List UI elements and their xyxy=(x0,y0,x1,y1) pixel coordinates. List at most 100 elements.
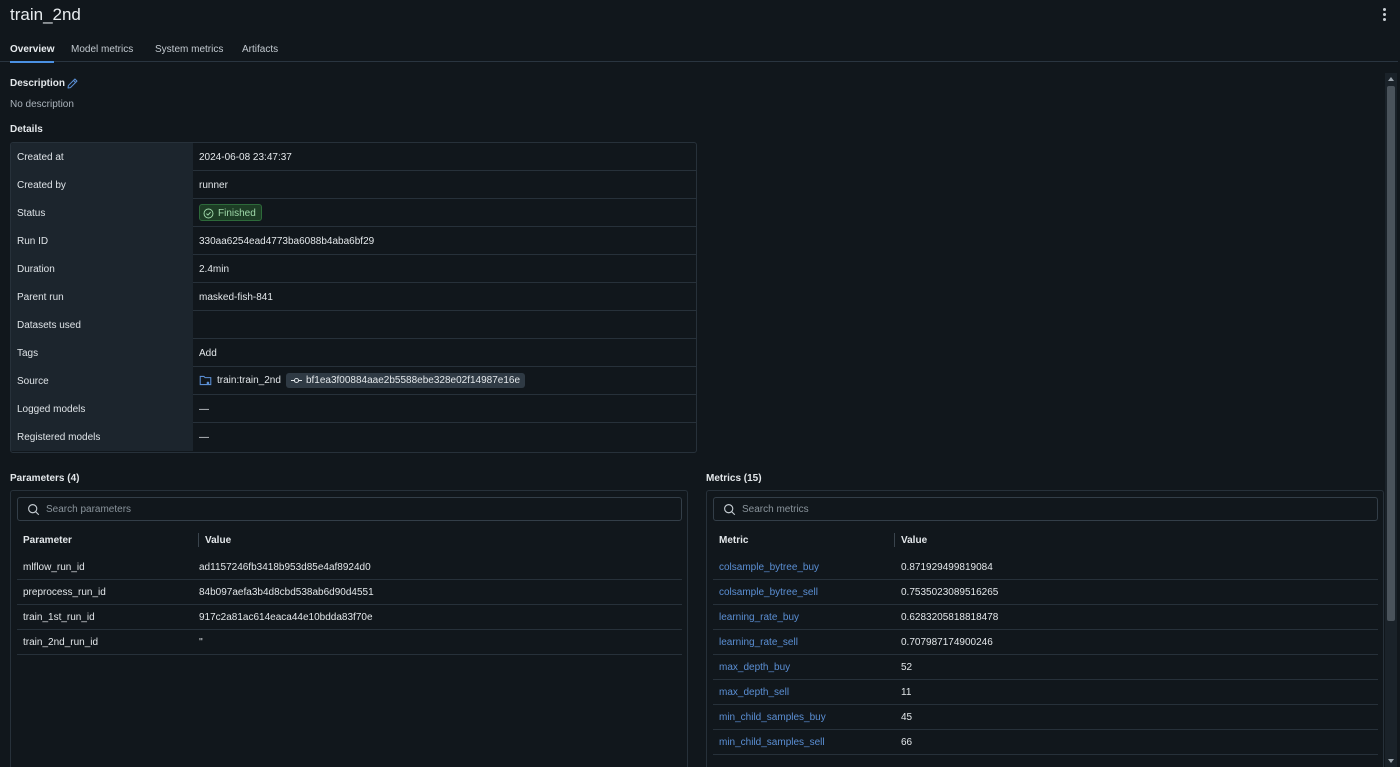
metric-value: 45 xyxy=(901,712,913,723)
value-column-header[interactable]: Value xyxy=(901,535,927,546)
details-value: 2.4min xyxy=(199,264,230,275)
details-value: 330aa6254ead4773ba6088b4aba6bf29 xyxy=(199,236,375,247)
details-key: Created at xyxy=(11,143,193,171)
parameters-title: Parameters (4) xyxy=(10,473,80,484)
metrics-search-box[interactable] xyxy=(713,497,1378,521)
metric-name-link[interactable]: learning_rate_sell xyxy=(719,637,798,648)
table-row: min_child_samples_sell 66 xyxy=(713,730,1378,755)
parameter-name: mlflow_run_id xyxy=(23,562,85,573)
source-value: train:train_2nd bf1ea3f00884aae2b5588ebe… xyxy=(199,373,526,388)
add-tag-link[interactable]: Add xyxy=(199,348,217,359)
git-commit-icon xyxy=(290,377,302,384)
tab-artifacts[interactable]: Artifacts xyxy=(242,44,278,55)
details-row-parent-run: Parent run masked-fish-841 xyxy=(11,283,696,311)
pencil-icon[interactable] xyxy=(67,78,78,89)
table-row: preprocess_run_id 84b097aefa3b4d8cbd538a… xyxy=(17,580,682,605)
metric-value: 11 xyxy=(901,687,912,698)
tab-system-metrics[interactable]: System metrics xyxy=(155,44,223,55)
details-label: Details xyxy=(10,124,43,135)
metric-value: 52 xyxy=(901,662,913,673)
check-circle-icon xyxy=(203,208,214,219)
parameter-name: train_1st_run_id xyxy=(23,612,95,623)
details-row-logged-models: Logged models — xyxy=(11,395,696,423)
table-row: train_1st_run_id 917c2a81ac614eaca44e10b… xyxy=(17,605,682,630)
details-key: Status xyxy=(11,199,193,227)
table-row: colsample_bytree_sell 0.7535023089516265 xyxy=(713,580,1378,605)
details-key: Registered models xyxy=(11,423,193,451)
metric-name-link[interactable]: max_depth_buy xyxy=(719,662,790,673)
search-icon xyxy=(724,504,736,516)
table-row: mlflow_run_id ad1157246fb3418b953d85e4af… xyxy=(17,555,682,580)
metric-value: 0.7535023089516265 xyxy=(901,587,999,598)
parameter-value: '' xyxy=(199,637,203,648)
table-row: learning_rate_sell 0.707987174900246 xyxy=(713,630,1378,655)
details-row-source: Source train:train_2nd bf1ea3f00884aae2b… xyxy=(11,367,696,395)
source-name[interactable]: train:train_2nd xyxy=(217,375,281,386)
search-icon xyxy=(28,504,40,516)
parameter-name: train_2nd_run_id xyxy=(23,637,99,648)
parameters-search-input[interactable] xyxy=(44,501,444,517)
metric-value: 0.871929499819084 xyxy=(901,562,993,573)
tab-bar: Overview Model metrics System metrics Ar… xyxy=(0,40,1398,63)
metric-name-link[interactable]: colsample_bytree_buy xyxy=(719,562,819,573)
metric-name-link[interactable]: max_depth_sell xyxy=(719,687,789,698)
parent-run-link[interactable]: masked-fish-841 xyxy=(199,292,273,303)
tab-model-metrics[interactable]: Model metrics xyxy=(71,44,133,55)
metrics-panel: Metric Value colsample_bytree_buy 0.8719… xyxy=(706,490,1384,767)
scroll-thumb[interactable] xyxy=(1387,86,1395,621)
more-options-icon[interactable] xyxy=(1380,7,1390,23)
tab-overview[interactable]: Overview xyxy=(10,44,55,63)
folder-branch-icon xyxy=(199,375,212,386)
column-resize-handle[interactable] xyxy=(198,533,199,547)
details-key: Run ID xyxy=(11,227,193,255)
metrics-search-input[interactable] xyxy=(740,501,1140,517)
commit-hash: bf1ea3f00884aae2b5588ebe328e02f14987e16e xyxy=(305,375,521,386)
page-title: train_2nd xyxy=(10,5,81,24)
details-row-created-by: Created by runner xyxy=(11,171,696,199)
parameters-panel: Parameter Value mlflow_run_id ad1157246f… xyxy=(10,490,688,767)
parameter-value: ad1157246fb3418b953d85e4af8924d0 xyxy=(199,562,371,573)
parameter-value: 917c2a81ac614eaca44e10bdda83f70e xyxy=(199,612,373,623)
table-row: train_2nd_run_id '' xyxy=(17,630,682,655)
metric-value: 0.707987174900246 xyxy=(901,637,993,648)
metric-value: 66 xyxy=(901,737,913,748)
commit-hash-chip[interactable]: bf1ea3f00884aae2b5588ebe328e02f14987e16e xyxy=(285,373,526,388)
metric-name-link[interactable]: min_child_samples_buy xyxy=(719,712,826,723)
page-scrollbar[interactable] xyxy=(1385,73,1397,767)
details-table: Created at 2024-06-08 23:47:37 Created b… xyxy=(10,142,697,453)
description-value: No description xyxy=(10,99,74,110)
parameter-column-header[interactable]: Parameter xyxy=(23,535,72,546)
created-by-link[interactable]: runner xyxy=(199,180,228,191)
metric-column-header[interactable]: Metric xyxy=(719,535,748,546)
details-key: Created by xyxy=(11,171,193,199)
details-row-run-id: Run ID 330aa6254ead4773ba6088b4aba6bf29 xyxy=(11,227,696,255)
metric-name-link[interactable]: learning_rate_buy xyxy=(719,612,799,623)
table-row: colsample_bytree_buy 0.871929499819084 xyxy=(713,555,1378,580)
table-row: learning_rate_buy 0.6283205818818478 xyxy=(713,605,1378,630)
details-row-duration: Duration 2.4min xyxy=(11,255,696,283)
details-row-tags: Tags Add xyxy=(11,339,696,367)
metric-name-link[interactable]: min_child_samples_sell xyxy=(719,737,825,748)
table-row: min_child_samples_buy 45 xyxy=(713,705,1378,730)
details-value: 2024-06-08 23:47:37 xyxy=(199,152,292,163)
details-key: Logged models xyxy=(11,395,193,423)
parameter-value: 84b097aefa3b4d8cbd538ab6d90d4551 xyxy=(199,587,374,598)
description-label: Description xyxy=(10,78,66,89)
scroll-down-arrow-icon[interactable] xyxy=(1385,755,1397,767)
details-row-registered-models: Registered models — xyxy=(11,423,696,451)
table-row: max_depth_sell 11 xyxy=(713,680,1378,705)
column-resize-handle[interactable] xyxy=(894,533,895,547)
metric-value: 0.6283205818818478 xyxy=(901,612,999,623)
value-column-header[interactable]: Value xyxy=(205,535,231,546)
metric-name-link[interactable]: colsample_bytree_sell xyxy=(719,587,818,598)
details-value: — xyxy=(199,404,209,415)
metrics-title: Metrics (15) xyxy=(706,473,762,484)
details-row-created-at: Created at 2024-06-08 23:47:37 xyxy=(11,143,696,171)
details-key: Datasets used xyxy=(11,311,193,339)
details-value: — xyxy=(199,432,209,443)
parameters-search-box[interactable] xyxy=(17,497,682,521)
details-row-status: Status Finished xyxy=(11,199,696,227)
details-key: Parent run xyxy=(11,283,193,311)
scroll-up-arrow-icon[interactable] xyxy=(1385,73,1397,85)
table-row: max_depth_buy 52 xyxy=(713,655,1378,680)
